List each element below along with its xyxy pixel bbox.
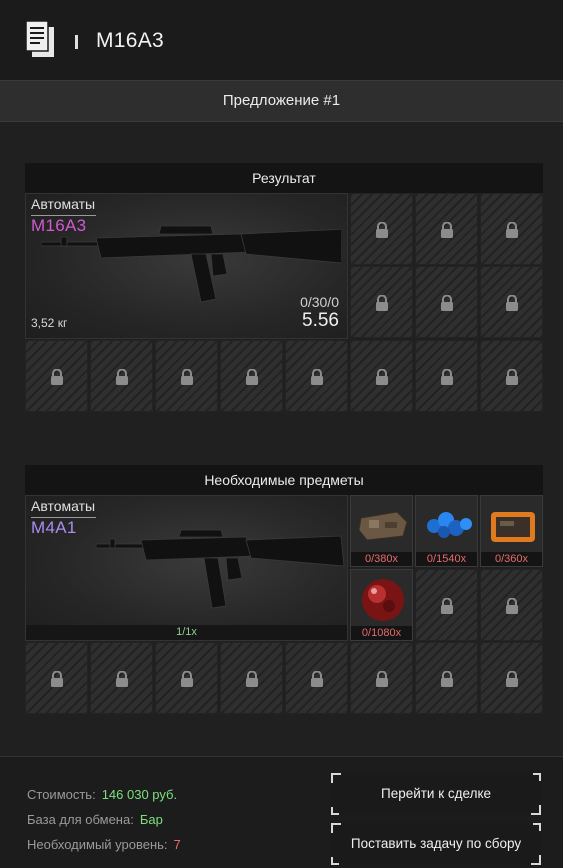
required-part-1[interactable]: 0/380x [350, 495, 413, 567]
lock-icon [441, 671, 453, 687]
lock-icon [181, 369, 193, 385]
lock-icon [376, 295, 388, 311]
level-row: Необходимый уровень: 7 [27, 837, 181, 852]
red-sphere-icon [362, 579, 404, 621]
required-part-4[interactable]: 0/1080x [350, 569, 413, 641]
locked-slot [25, 340, 88, 412]
level-label: Необходимый уровень: [27, 837, 168, 852]
set-collection-task-label: Поставить задачу по сбору [350, 836, 522, 851]
locked-slot [415, 266, 478, 338]
header-separator [75, 35, 78, 49]
required-part-count: 0/380x [351, 552, 412, 566]
lock-icon [441, 369, 453, 385]
required-item-card[interactable]: Автоматы M4A1 1/1x [25, 495, 348, 641]
locked-slot [350, 193, 413, 265]
lock-icon [311, 369, 323, 385]
lock-icon [246, 671, 258, 687]
required-heading: Необходимые предметы [25, 465, 543, 495]
locked-slot [350, 266, 413, 338]
required-item-category: Автоматы [31, 498, 96, 514]
locked-slot [25, 642, 88, 714]
lock-icon [116, 671, 128, 687]
page-title: M16A3 [96, 29, 165, 52]
lock-icon [376, 671, 388, 687]
lock-icon [506, 598, 518, 614]
result-item-weight: 3,52 кг [31, 316, 68, 330]
lock-icon [506, 671, 518, 687]
cost-row: Стоимость: 146 030 руб. [27, 787, 177, 802]
lock-icon [441, 295, 453, 311]
locked-slot [350, 340, 413, 412]
locked-slot [220, 340, 283, 412]
lock-icon [51, 671, 63, 687]
lock-icon [376, 369, 388, 385]
required-part-count: 0/1080x [351, 626, 412, 640]
locked-slot [285, 642, 348, 714]
lock-icon [116, 369, 128, 385]
header: M16A3 [0, 0, 563, 80]
lock-icon [506, 295, 518, 311]
lock-icon [506, 222, 518, 238]
lock-icon [311, 671, 323, 687]
locked-slot [480, 642, 543, 714]
lock-icon [441, 598, 453, 614]
lock-icon [51, 369, 63, 385]
result-item-card[interactable]: Автоматы M16A3 3,52 кг 0/30/0 5.56 [25, 193, 348, 339]
locked-slot [480, 569, 543, 641]
offer-tab[interactable]: Предложение #1 [0, 80, 563, 122]
locked-slot [90, 340, 153, 412]
locked-slot [285, 340, 348, 412]
result-heading: Результат [25, 163, 543, 193]
go-to-deal-button[interactable]: Перейти к сделке [331, 773, 541, 815]
result-item-caliber: 5.56 [302, 310, 339, 331]
locked-slot [415, 340, 478, 412]
lock-icon [181, 671, 193, 687]
locked-slot [415, 193, 478, 265]
locked-slot [480, 266, 543, 338]
locked-slot [480, 193, 543, 265]
lock-icon [506, 369, 518, 385]
cost-label: Стоимость: [27, 787, 96, 802]
set-collection-task-button[interactable]: Поставить задачу по сбору [331, 823, 541, 865]
locked-slot [415, 569, 478, 641]
result-item-name: M16A3 [31, 216, 87, 235]
lock-icon [246, 369, 258, 385]
m4a1-rifle-icon [96, 529, 345, 609]
lock-icon [376, 222, 388, 238]
locked-slot [155, 642, 218, 714]
footer: Стоимость: 146 030 руб. База для обмена: Б… [0, 756, 563, 868]
result-item-category: Автоматы [31, 196, 96, 212]
required-item-name: M4A1 [31, 518, 77, 537]
locked-slot [155, 340, 218, 412]
result-item-ammo: 0/30/0 [300, 294, 339, 310]
locked-slot [415, 642, 478, 714]
go-to-deal-label: Перейти к сделке [380, 786, 492, 801]
electronic-board-icon [491, 512, 535, 542]
required-part-2[interactable]: 0/1540x [415, 495, 478, 567]
required-part-count: 0/360x [481, 552, 542, 566]
required-part-count: 0/1540x [416, 552, 477, 566]
locked-slot [480, 340, 543, 412]
required-part-3[interactable]: 0/360x [480, 495, 543, 567]
required-item-quantity: 1/1x [26, 625, 347, 640]
locked-slot [90, 642, 153, 714]
level-value: 7 [173, 837, 181, 852]
blue-crystals-icon [427, 512, 472, 538]
cost-value: 146 030 руб. [101, 787, 178, 802]
locked-slot [220, 642, 283, 714]
lock-icon [441, 222, 453, 238]
base-label: База для обмена: [27, 812, 134, 827]
m16a3-rifle-icon [41, 225, 341, 303]
base-value: Бар [139, 812, 163, 827]
base-row: База для обмена: Бар [27, 812, 163, 827]
scrap-metal-icon [358, 511, 408, 541]
document-icon [26, 21, 54, 57]
locked-slot [350, 642, 413, 714]
